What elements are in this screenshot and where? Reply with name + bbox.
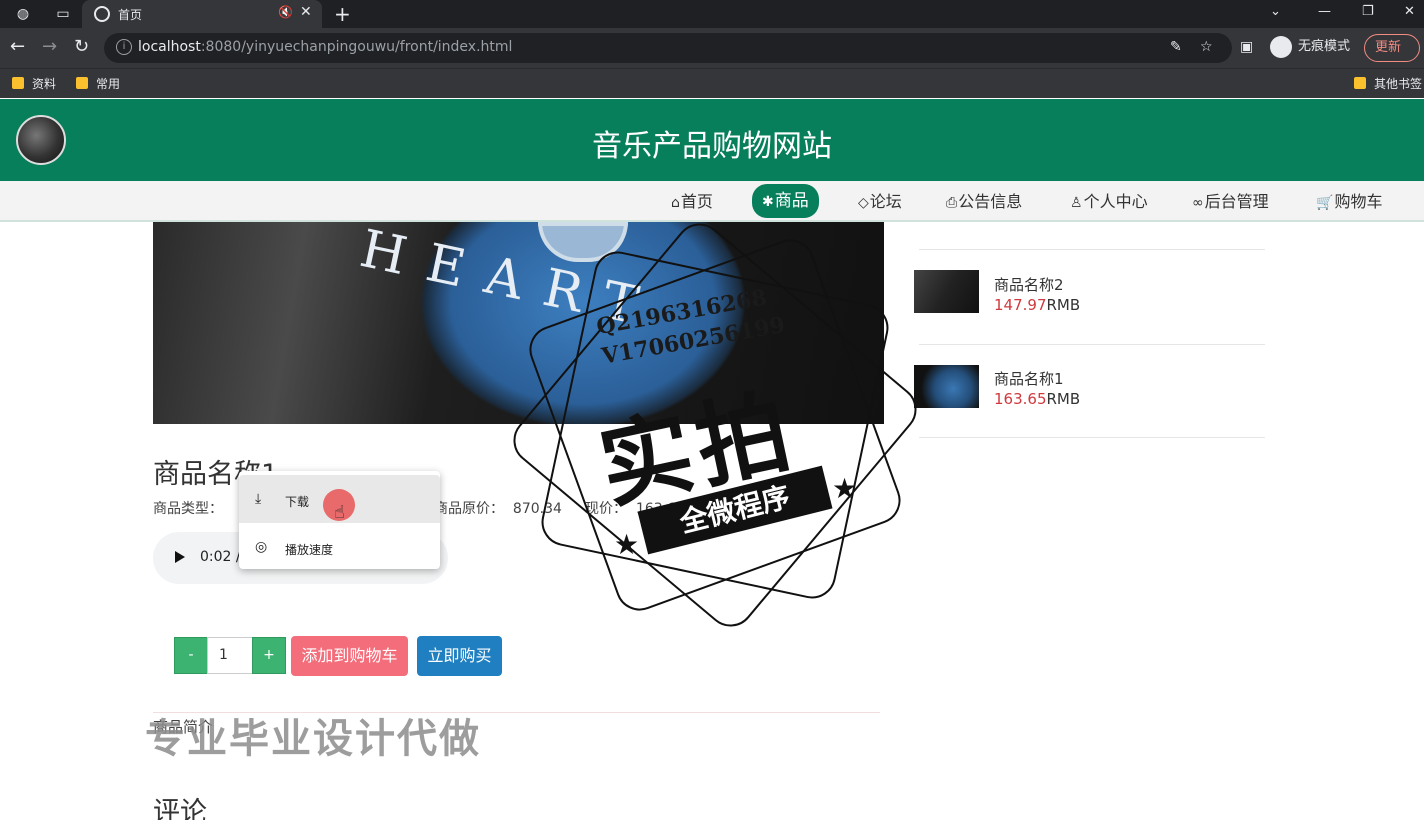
globe-icon[interactable]: ◍: [12, 4, 34, 24]
new-tab-button[interactable]: +: [334, 2, 351, 26]
star-icon[interactable]: ☆: [1200, 39, 1213, 55]
play-icon[interactable]: [175, 551, 185, 563]
bookmark-folder-changyong[interactable]: 常用: [76, 75, 120, 92]
minimize-button[interactable]: —: [1318, 4, 1331, 19]
playback-speed-icon: ◎: [255, 539, 268, 555]
add-to-cart-button[interactable]: 添加到购物车: [291, 636, 408, 676]
close-icon[interactable]: ✕: [300, 4, 312, 20]
tab-title: 首页: [118, 8, 143, 22]
cart-icon: 🛒: [1316, 195, 1334, 211]
site-header: 音乐产品购物网站: [0, 99, 1424, 181]
folder-icon: [76, 77, 88, 89]
products-icon: ✱: [762, 194, 774, 210]
restore-button[interactable]: ❐: [1362, 4, 1374, 19]
user-icon: ♙: [1070, 195, 1083, 211]
sidebar-item-name[interactable]: 商品名称1: [994, 368, 1064, 389]
printer-icon: ⎙: [946, 195, 958, 211]
update-button[interactable]: 更新: [1364, 34, 1420, 62]
folder-icon: [12, 77, 24, 89]
hand-cursor-icon: ☝: [334, 502, 345, 523]
active-tab[interactable]: 首页 🔇 ✕: [82, 0, 322, 28]
bookmarks-bar: 资料 常用 其他书签: [0, 68, 1424, 98]
nav-admin[interactable]: ∞后台管理: [1192, 187, 1269, 217]
info-icon[interactable]: i: [116, 39, 132, 55]
site-title: 音乐产品购物网站: [592, 129, 832, 164]
reload-icon[interactable]: ↻: [74, 36, 89, 57]
watermark-bottom-text: 专业毕业设计代做: [145, 716, 481, 762]
sidebar-item-name[interactable]: 商品名称2: [994, 274, 1064, 295]
window-close-button[interactable]: ✕: [1404, 4, 1415, 19]
home-icon: ⌂: [671, 195, 680, 211]
download-icon: ⤓: [255, 491, 262, 507]
sidebar-thumb[interactable]: [914, 270, 979, 313]
nav-profile[interactable]: ♙个人中心: [1070, 187, 1148, 217]
nav-forum[interactable]: ◇论坛: [858, 187, 902, 217]
back-icon[interactable]: ←: [10, 36, 25, 57]
menu-item-playback-speed[interactable]: ◎ 播放速度: [239, 523, 440, 571]
sidebar-icon[interactable]: ▣: [1240, 39, 1253, 55]
chevron-down-icon[interactable]: ⌄: [1270, 4, 1281, 19]
nav-products[interactable]: ✱商品: [752, 184, 819, 218]
comments-title: 评论: [153, 797, 207, 820]
audio-time: 0:02 /: [200, 549, 241, 565]
tab-search-icon[interactable]: ▭: [52, 4, 74, 24]
globe-icon: [94, 6, 110, 22]
decrement-button[interactable]: -: [174, 637, 208, 674]
star-icon: ★: [614, 528, 640, 561]
sidebar-item-price: 163.65RMB: [994, 390, 1081, 408]
bookmark-folder-other[interactable]: 其他书签: [1354, 75, 1422, 92]
incognito-indicator[interactable]: 无痕模式: [1270, 35, 1350, 61]
site-nav: ⌂首页 ✱商品 ◇论坛 ⎙公告信息 ♙个人中心 ∞后台管理 🛒购物车: [0, 181, 1424, 222]
buy-now-button[interactable]: 立即购买: [417, 636, 502, 676]
mute-icon[interactable]: 🔇: [278, 5, 293, 19]
increment-button[interactable]: +: [252, 637, 286, 674]
nav-home[interactable]: ⌂首页: [671, 187, 713, 217]
url-text[interactable]: localhost:8080/yinyuechanpingouwu/front/…: [138, 39, 512, 55]
forward-icon[interactable]: →: [42, 36, 57, 57]
browser-toolbar: ← → ↻ i localhost:8080/yinyuechanpingouw…: [0, 28, 1424, 68]
nav-notices[interactable]: ⎙公告信息: [946, 187, 1022, 217]
address-bar[interactable]: i localhost:8080/yinyuechanpingouwu/fron…: [104, 33, 1232, 63]
translate-icon[interactable]: ✎: [1170, 39, 1182, 55]
bookmark-folder-ziliao[interactable]: 资料: [12, 75, 56, 92]
sidebar-item-price: 147.97RMB: [994, 296, 1081, 314]
sidebar-thumb[interactable]: [914, 365, 979, 408]
folder-icon: [1354, 77, 1366, 89]
sidebar-divider: [919, 437, 1265, 438]
nav-cart[interactable]: 🛒购物车: [1316, 187, 1382, 217]
browser-tab-bar: ◍ ▭ 首页 🔇 ✕ + ⌄ — ❐ ✕: [0, 0, 1424, 28]
tag-icon: ◇: [858, 195, 869, 211]
product-type-label: 商品类型：: [153, 501, 223, 517]
star-icon: ★: [832, 472, 858, 505]
quantity-input[interactable]: 1: [207, 637, 253, 674]
sidebar-divider: [919, 249, 1265, 250]
incognito-icon: [1270, 35, 1292, 58]
link-icon: ∞: [1192, 195, 1204, 211]
sidebar-divider: [919, 344, 1265, 345]
